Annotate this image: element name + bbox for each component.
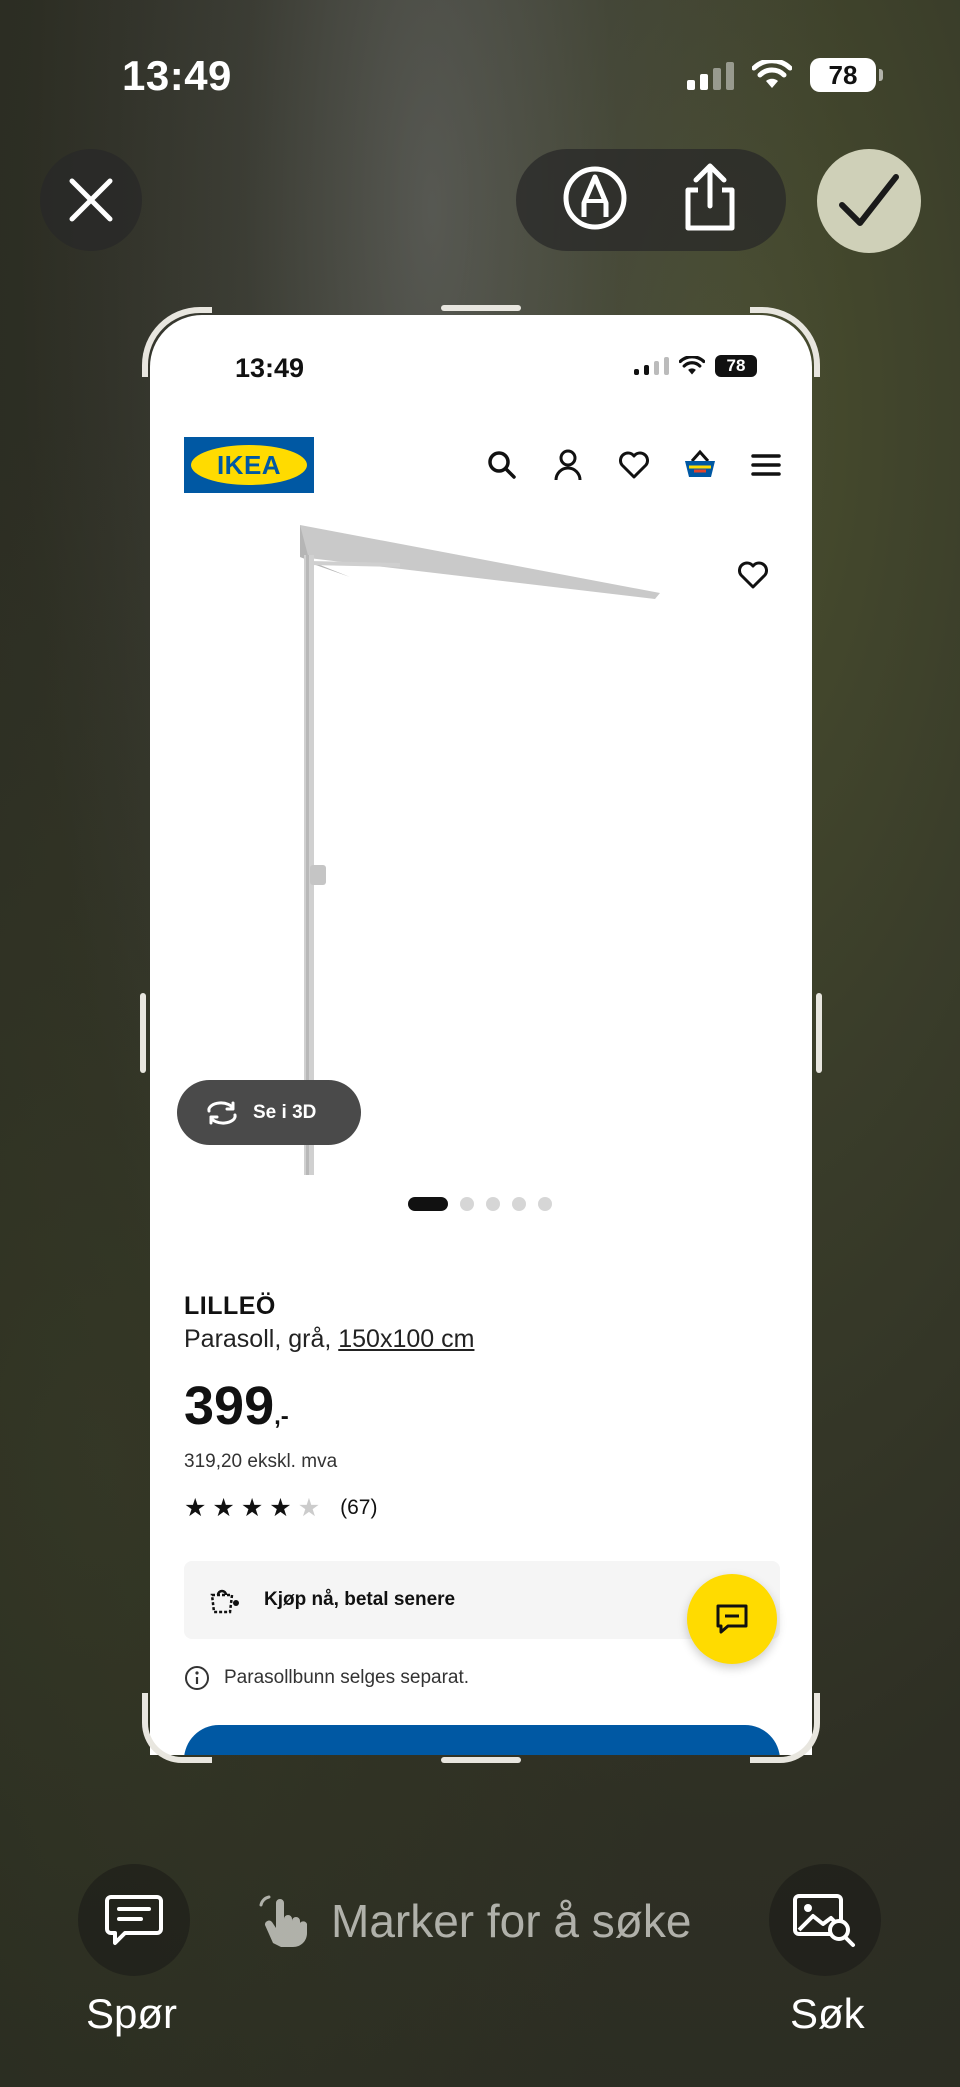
checkmark-icon (839, 174, 899, 226)
add-to-cart-button[interactable] (184, 1725, 780, 1755)
parasol-image (300, 525, 660, 1175)
pay-later-label: Kjøp nå, betal senere (264, 1589, 456, 1610)
star-icon: ★ (184, 1494, 207, 1522)
crop-handle-right[interactable] (816, 993, 822, 1073)
screenshot-preview[interactable]: 13:49 78 IKEA Se i 3D LILLEÖ Parasoll, g… (150, 315, 812, 1755)
product-type: Parasoll, grå, (184, 1325, 339, 1353)
chat-bubble-icon (105, 1895, 163, 1945)
image-pagination[interactable] (408, 1197, 552, 1211)
inner-wifi-icon (679, 356, 705, 375)
close-icon (69, 178, 113, 222)
pagination-dot[interactable] (538, 1197, 552, 1211)
cart-icon[interactable] (682, 447, 718, 483)
star-empty-icon: ★ (297, 1494, 321, 1522)
select-to-search-hint: Marker for å søke (255, 1893, 691, 1949)
ask-label: Spør (86, 1990, 178, 2037)
share-icon (685, 163, 735, 230)
ikea-logo-text: IKEA (191, 445, 307, 485)
pagination-dot[interactable] (408, 1197, 448, 1211)
inner-cellular-icon (634, 357, 669, 375)
star-icon: ★ (212, 1494, 235, 1522)
image-search-icon (793, 1894, 855, 1947)
markup-share-group (516, 149, 786, 251)
status-indicators: 78 (687, 58, 883, 92)
inner-status-bar: 13:49 78 (150, 353, 812, 393)
status-time: 13:49 (122, 52, 232, 99)
search-icon[interactable] (484, 447, 520, 483)
product-size-link[interactable]: 150x100 cm (338, 1325, 474, 1353)
crop-handle-top[interactable] (441, 305, 521, 311)
rotate-3d-icon (207, 1100, 237, 1125)
crop-handle-bottom[interactable] (441, 1757, 521, 1763)
pagination-dot[interactable] (512, 1197, 526, 1211)
crop-handle-left[interactable] (140, 993, 146, 1073)
account-icon[interactable] (550, 447, 586, 483)
chat-button[interactable] (687, 1574, 777, 1664)
product-price: 399,- (184, 1375, 289, 1437)
chat-icon (716, 1604, 748, 1634)
rating-count: (67) (340, 1496, 378, 1519)
share-button[interactable] (680, 162, 740, 239)
product-favorite-button[interactable] (736, 560, 770, 595)
product-description: Parasoll, grå, 150x100 cm (184, 1325, 474, 1354)
markup-pen-icon (563, 166, 627, 229)
info-text: Parasollbunn selges separat. (224, 1667, 470, 1688)
wishlist-icon[interactable] (616, 447, 652, 483)
product-rating[interactable]: ★ ★ ★ ★ ★ (67) (184, 1493, 377, 1523)
shopping-bag-icon (210, 1589, 239, 1614)
battery-indicator: 78 (810, 58, 883, 92)
heart-icon (738, 561, 768, 589)
info-notice: Parasollbunn selges separat. (184, 1665, 469, 1691)
cellular-signal-icon (687, 60, 734, 90)
done-button[interactable] (817, 149, 921, 253)
menu-icon[interactable] (748, 447, 784, 483)
pagination-dot[interactable] (460, 1197, 474, 1211)
price-excl-vat: 319,20 ekskl. mva (184, 1451, 338, 1472)
hand-pointer-icon (259, 1895, 307, 1947)
search-label: Søk (790, 1990, 865, 2037)
info-icon (185, 1666, 209, 1690)
view-3d-label: Se i 3D (253, 1101, 317, 1123)
ask-button[interactable] (78, 1864, 190, 1976)
view-3d-button[interactable]: Se i 3D (177, 1080, 361, 1145)
wifi-icon (752, 60, 792, 88)
header-icons (484, 447, 784, 483)
star-icon: ★ (269, 1494, 292, 1522)
pagination-dot[interactable] (486, 1197, 500, 1211)
price-suffix: ,- (274, 1403, 289, 1430)
price-value: 399 (184, 1376, 275, 1436)
product-name: LILLEÖ (184, 1292, 276, 1320)
ikea-logo[interactable]: IKEA (184, 437, 314, 493)
hint-text: Marker for å søke (331, 1895, 692, 1947)
inner-status-indicators: 78 (634, 355, 757, 377)
product-image[interactable] (150, 515, 812, 1175)
system-status-bar: 13:49 78 (0, 0, 960, 160)
close-button[interactable] (40, 149, 142, 251)
inner-status-time: 13:49 (235, 353, 305, 383)
star-icon: ★ (240, 1494, 264, 1522)
ikea-header: IKEA (184, 437, 784, 493)
markup-button[interactable] (562, 165, 628, 236)
visual-search-button[interactable] (769, 1864, 881, 1976)
